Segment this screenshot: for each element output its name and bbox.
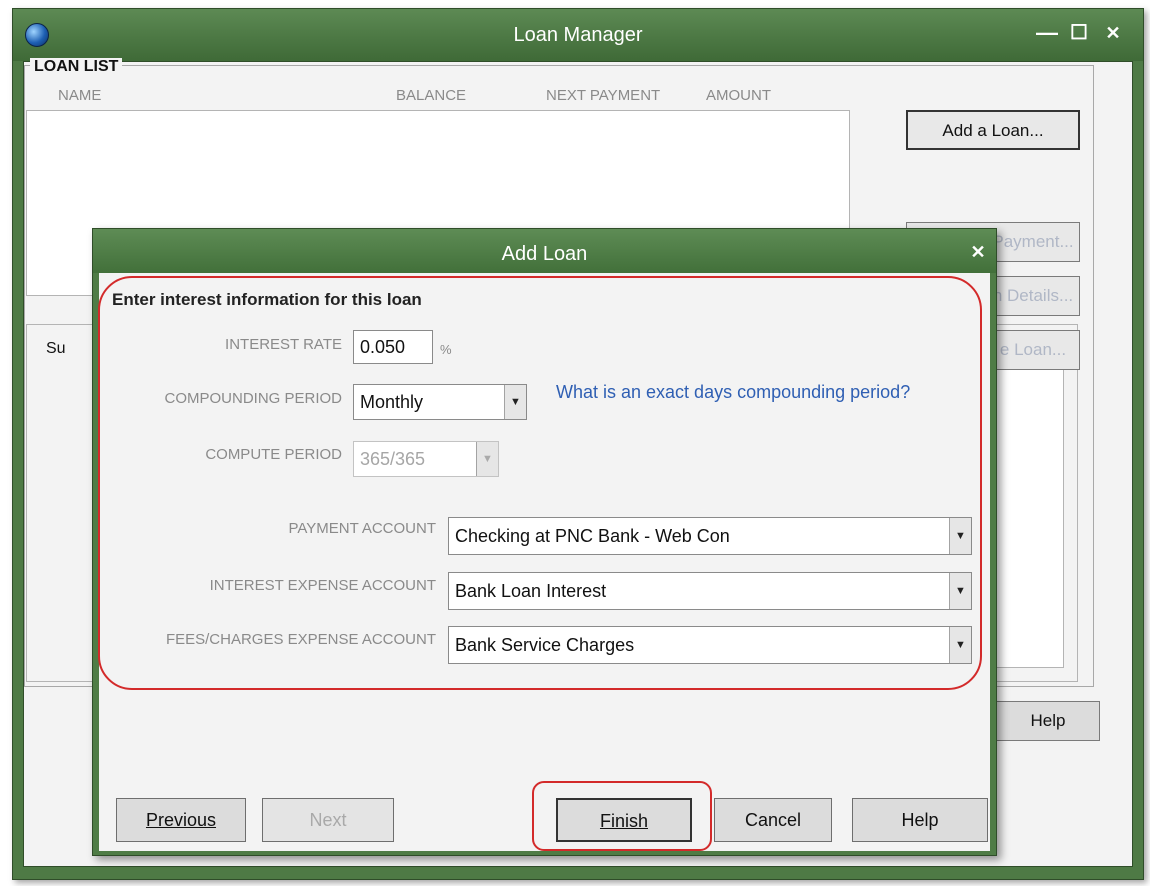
set-payment-label: Payment... xyxy=(992,232,1074,251)
interest-section-highlight xyxy=(98,276,982,690)
close-window-button[interactable]: ✕ xyxy=(1099,19,1127,47)
remove-loan-label: e Loan... xyxy=(999,340,1067,359)
loan-manager-help-button[interactable]: Help xyxy=(996,701,1100,741)
dialog-title: Add Loan xyxy=(501,243,588,265)
add-loan-button[interactable]: Add a Loan... xyxy=(906,110,1080,150)
loan-list-title: LOAN LIST xyxy=(30,58,123,76)
cancel-button[interactable]: Cancel xyxy=(714,798,832,842)
previous-button[interactable]: Previous xyxy=(116,798,246,842)
previous-label: Previous xyxy=(145,810,217,830)
finish-button-highlight xyxy=(532,781,712,851)
window-title-bar[interactable]: Loan Manager — ☐ ✕ xyxy=(13,9,1143,61)
column-header-next-payment: NEXT PAYMENT xyxy=(546,87,661,104)
column-header-name: NAME xyxy=(58,87,102,104)
column-header-balance: BALANCE xyxy=(396,87,467,104)
summary-tab-label[interactable]: Su xyxy=(46,340,66,358)
dialog-title-bar[interactable]: Add Loan ✕ xyxy=(93,229,996,273)
dialog-close-icon[interactable]: ✕ xyxy=(965,239,991,265)
edit-details-label: n Details... xyxy=(992,286,1074,305)
window-title: Loan Manager xyxy=(513,24,643,46)
minimize-button[interactable]: — xyxy=(1033,19,1061,47)
next-button[interactable]: Next xyxy=(262,798,394,842)
maximize-button[interactable]: ☐ xyxy=(1065,19,1093,47)
column-header-amount: AMOUNT xyxy=(706,87,771,104)
dialog-help-button[interactable]: Help xyxy=(852,798,988,842)
